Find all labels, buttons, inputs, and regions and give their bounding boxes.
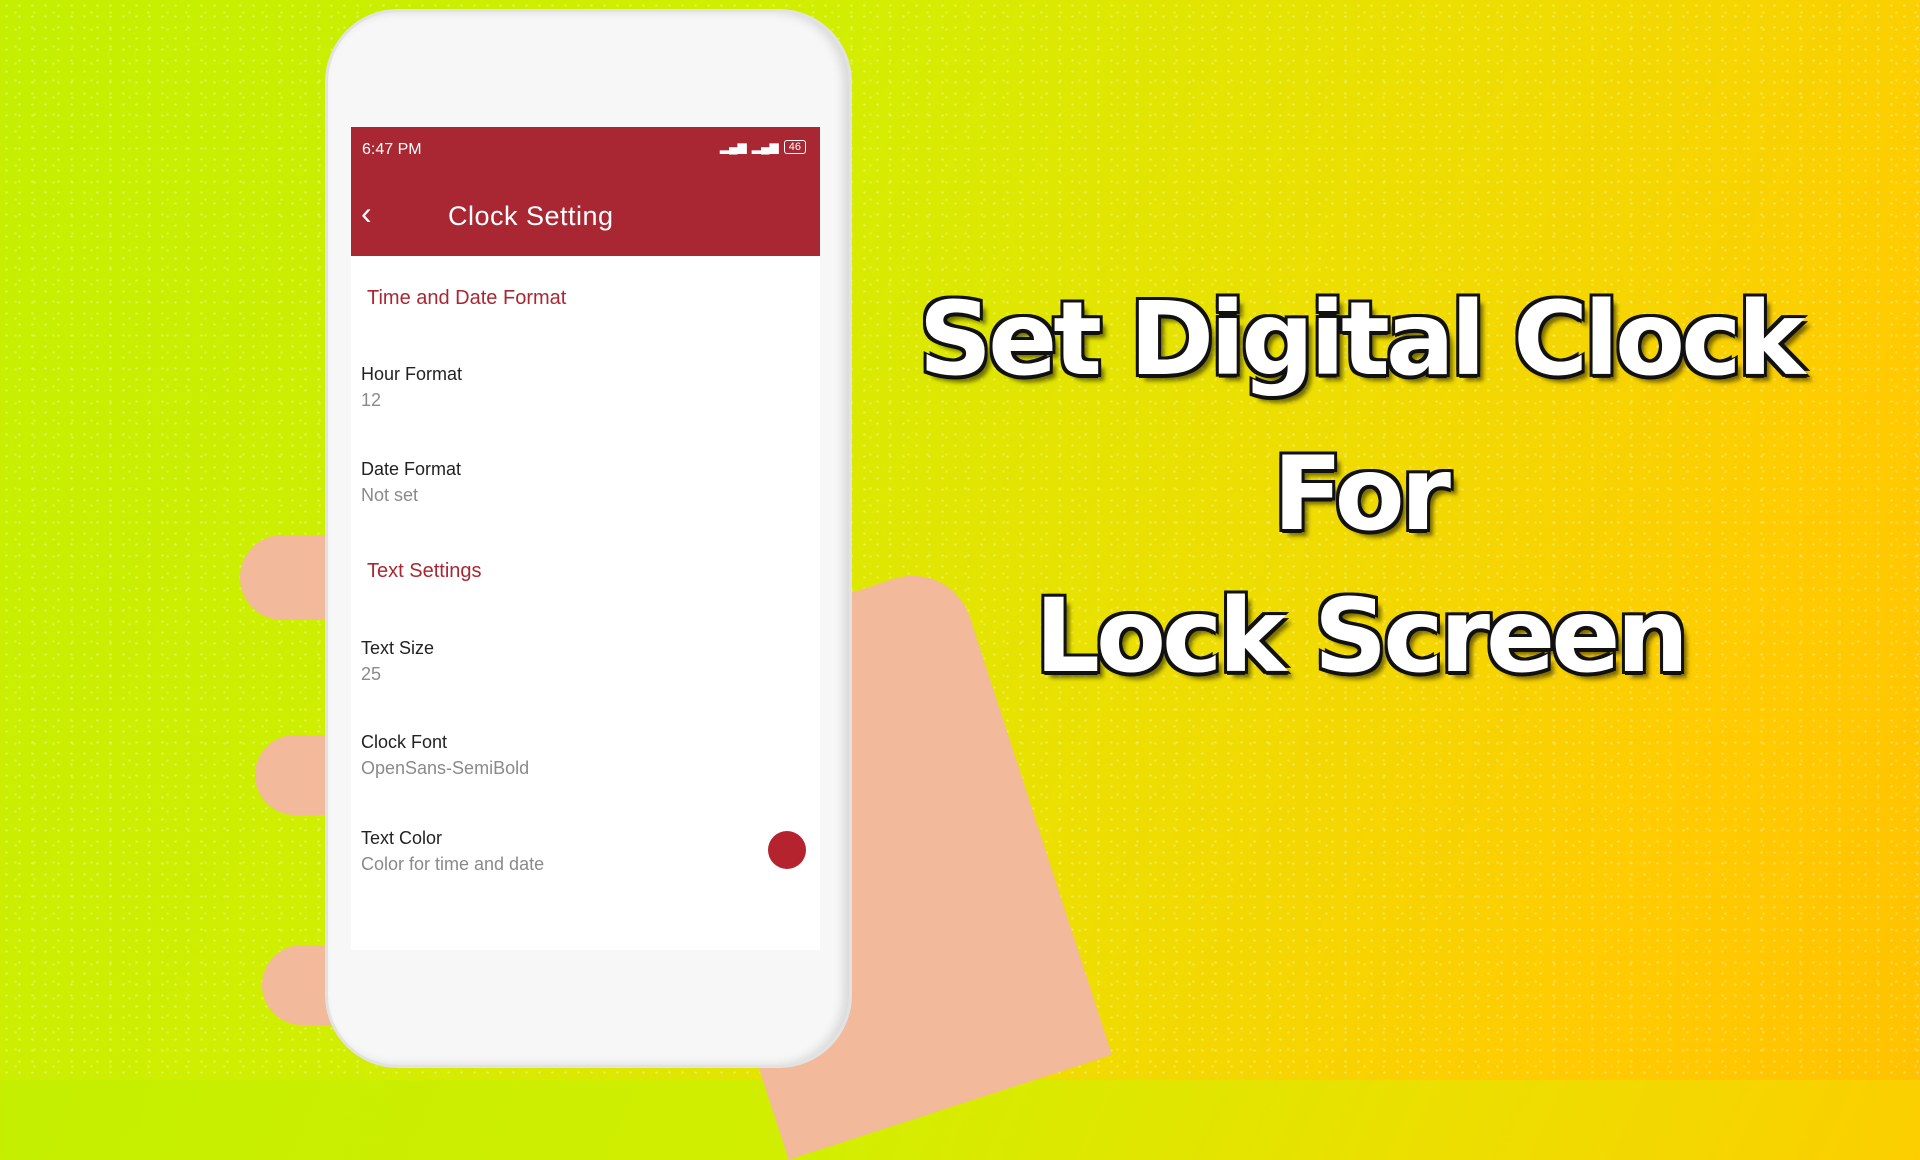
color-swatch[interactable] — [768, 831, 806, 869]
status-icons: ▂▄▆ ▂▄▆ 46 — [720, 140, 806, 154]
setting-value: OpenSans-SemiBold — [361, 758, 530, 778]
signal-icon: ▂▄▆ — [751, 140, 779, 154]
setting-value: Not set — [361, 485, 419, 505]
app-bar: 6:47 PM ▂▄▆ ▂▄▆ 46 ‹ Clock Setting — [351, 127, 820, 256]
setting-value: Color for time and date — [361, 854, 545, 874]
setting-value: 12 — [361, 390, 382, 410]
headline-line-2: For — [1273, 435, 1451, 554]
setting-label: Date Format — [361, 459, 462, 479]
setting-label: Text Color — [361, 828, 443, 848]
section-header-text-settings: Text Settings — [367, 560, 482, 582]
setting-label: Text Size — [361, 638, 435, 658]
phone-screen: 6:47 PM ▂▄▆ ▂▄▆ 46 ‹ Clock Setting Time … — [351, 127, 820, 950]
headline-line-1: Set Digital Clock — [918, 280, 1806, 399]
headline-line-3: Lock Screen — [1034, 577, 1689, 696]
signal-icon: ▂▄▆ — [719, 140, 747, 154]
setting-label: Hour Format — [361, 364, 463, 384]
back-arrow-icon[interactable]: ‹ — [361, 197, 372, 229]
section-header-time-date: Time and Date Format — [367, 287, 567, 309]
battery-icon: 46 — [783, 140, 806, 154]
status-time: 6:47 PM — [362, 141, 422, 158]
setting-value: 25 — [361, 664, 382, 684]
setting-label: Clock Font — [361, 732, 448, 752]
page-title: Clock Setting — [448, 201, 614, 231]
